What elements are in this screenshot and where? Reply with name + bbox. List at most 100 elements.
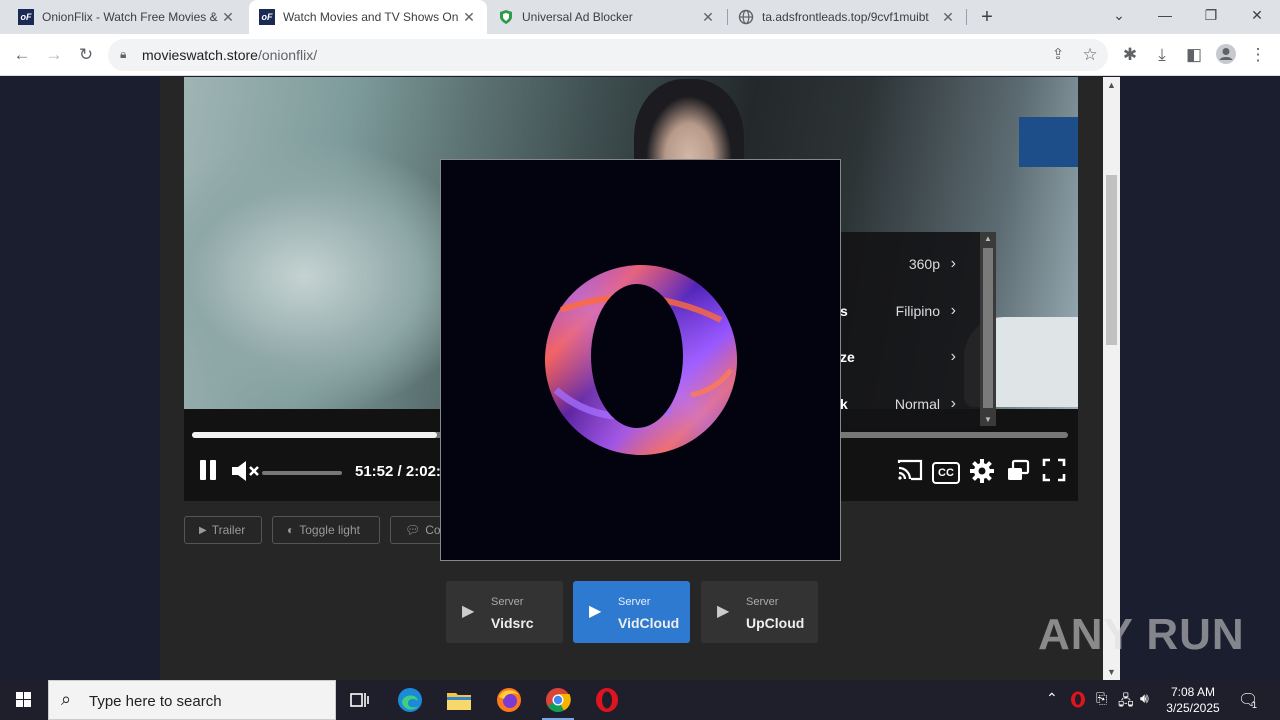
download-icon[interactable]: ⤓ — [1150, 43, 1174, 67]
toggle-light-label: Toggle light — [299, 523, 360, 537]
usb-tray-icon[interactable]: ⎘ — [1096, 690, 1107, 707]
server-caption: Server — [618, 596, 651, 608]
tab-search-chevron-icon[interactable]: ⌄ — [1096, 0, 1142, 30]
scroll-up-arrow-icon[interactable]: ▲ — [1103, 80, 1120, 90]
pause-button[interactable] — [194, 458, 222, 490]
back-arrow-icon[interactable]: ← — [10, 43, 34, 67]
settings-scroll-thumb[interactable] — [983, 248, 993, 408]
edge-icon[interactable] — [390, 684, 430, 716]
scroll-down-arrow-icon[interactable]: ▼ — [980, 415, 996, 424]
scroll-up-arrow-icon[interactable]: ▲ — [980, 234, 996, 243]
server-name: UpCloud — [746, 615, 805, 631]
toggle-light-button[interactable]: ◐ Toggle light — [272, 516, 380, 544]
address-url: movieswatch.store/onionflix/ — [142, 47, 317, 63]
tab-title: ta.adsfrontleads.top/9cvf1muibt — [762, 10, 929, 24]
settings-row-label: ze — [840, 349, 855, 365]
notification-count-badge: 1 — [1252, 700, 1258, 710]
settings-row-quality[interactable]: 360p › — [820, 242, 970, 286]
globe-icon — [738, 9, 754, 25]
network-icon[interactable]: 🖧︎ — [1118, 690, 1134, 714]
tab-title: Universal Ad Blocker — [522, 10, 633, 24]
server-vidcloud-button[interactable]: ▶ Server VidCloud — [573, 581, 690, 643]
fullscreen-icon[interactable] — [1040, 458, 1068, 490]
shield-icon — [500, 10, 512, 24]
opera-popup[interactable] — [440, 159, 841, 561]
tab-ad-blocker[interactable]: Universal Ad Blocker ✕ — [488, 0, 726, 34]
seek-bar-fill — [192, 432, 438, 438]
chevron-right-icon: › — [950, 302, 956, 319]
start-button[interactable] — [0, 680, 48, 720]
chevron-right-icon: › — [950, 395, 956, 412]
desktop-background — [1120, 77, 1280, 680]
bookmark-star-icon[interactable]: ☆ — [1078, 43, 1102, 67]
close-icon[interactable]: ✕ — [220, 9, 236, 26]
volume-slider[interactable] — [262, 471, 342, 475]
window-close-button[interactable]: ✕ — [1234, 0, 1280, 30]
new-tab-button[interactable]: + — [975, 6, 999, 28]
tray-chevron-up-icon[interactable]: ⌃ — [1046, 690, 1058, 707]
mute-button[interactable] — [228, 458, 262, 492]
tab-watch-movies[interactable]: oF Watch Movies and TV Shows On ✕ — [249, 0, 487, 34]
scroll-down-arrow-icon[interactable]: ▼ — [1103, 667, 1120, 677]
tab-title: Watch Movies and TV Shows On — [283, 10, 459, 24]
taskbar-clock[interactable]: 7:08 AM 3/25/2025 — [1160, 684, 1226, 716]
chevron-right-icon: › — [950, 255, 956, 272]
search-placeholder: Type here to search — [89, 693, 222, 710]
server-name: VidCloud — [618, 615, 680, 631]
search-icon: ⌕ — [61, 689, 72, 709]
settings-menu: 360p › s Filipino › ze › k Normal › — [820, 232, 996, 426]
onionflix-favicon-icon: oF — [18, 9, 34, 25]
tab-title: OnionFlix - Watch Free Movies & — [42, 10, 218, 24]
settings-row-playback-speed[interactable]: k Normal › — [820, 382, 970, 426]
close-icon[interactable]: ✕ — [461, 9, 477, 26]
page-scroll-thumb[interactable] — [1106, 175, 1117, 345]
tab-ads[interactable]: ta.adsfrontleads.top/9cvf1muibt ✕ — [728, 0, 966, 34]
clock-time: 7:08 AM — [1170, 685, 1216, 699]
captions-button[interactable]: CC — [932, 462, 960, 484]
settings-row-value: Filipino — [895, 303, 940, 319]
video-scene-car — [184, 137, 484, 417]
settings-gear-icon[interactable] — [968, 458, 996, 492]
settings-scrollbar[interactable]: ▲ ▼ — [980, 232, 996, 426]
settings-row-font-size[interactable]: ze › — [820, 335, 970, 379]
menu-kebab-icon[interactable]: ⋮ — [1246, 43, 1270, 67]
clock-date: 3/25/2025 — [1166, 701, 1220, 715]
firefox-icon[interactable] — [489, 684, 529, 716]
volume-icon[interactable]: 🔊︎ — [1140, 690, 1149, 707]
server-vidsrc-button[interactable]: ▶ Server Vidsrc — [446, 581, 563, 643]
play-icon: ▶ — [589, 603, 602, 620]
comment-icon: 💬︎ — [405, 523, 421, 537]
share-icon[interactable]: ⇪ — [1046, 43, 1070, 67]
file-explorer-icon[interactable] — [439, 684, 479, 716]
lock-icon[interactable]: 🔒︎ — [120, 47, 126, 62]
restore-button[interactable]: ❐ — [1188, 0, 1234, 30]
extensions-puzzle-icon[interactable]: ✱ — [1118, 43, 1142, 67]
video-scene-sign — [1019, 117, 1078, 167]
settings-row-value: Normal — [894, 396, 940, 412]
cast-icon[interactable] — [896, 459, 924, 489]
chrome-icon[interactable] — [538, 684, 578, 720]
trailer-button[interactable]: ▶ Trailer — [184, 516, 262, 544]
url-host: movieswatch.store — [142, 47, 258, 63]
pip-icon[interactable] — [1004, 458, 1032, 492]
task-view-icon[interactable] — [340, 684, 380, 716]
opera-icon[interactable] — [587, 684, 627, 716]
opera-tray-icon[interactable] — [1070, 691, 1086, 711]
taskbar-search-box[interactable]: ⌕ Type here to search — [48, 680, 336, 720]
anyrun-watermark: ANY RUN — [1038, 610, 1245, 659]
profile-avatar-icon[interactable] — [1214, 43, 1238, 67]
address-bar[interactable]: 🔒︎ movieswatch.store/onionflix/ — [108, 39, 1108, 71]
close-icon[interactable]: ✕ — [940, 9, 956, 26]
reload-icon[interactable]: ↻ — [74, 43, 98, 67]
time-current: 51:52 — [355, 463, 394, 480]
tab-onionflix[interactable]: oF OnionFlix - Watch Free Movies & ✕ — [8, 0, 246, 34]
forward-arrow-icon[interactable]: → — [42, 43, 66, 67]
close-icon[interactable]: ✕ — [700, 9, 716, 26]
minimize-button[interactable]: — — [1142, 0, 1188, 30]
settings-row-subtitles[interactable]: s Filipino › — [820, 289, 970, 333]
server-upcloud-button[interactable]: ▶ Server UpCloud — [701, 581, 818, 643]
side-panel-icon[interactable]: ◧ — [1182, 43, 1206, 67]
time-total: 2:02: — [405, 463, 441, 480]
page-scrollbar[interactable]: ▲ ▼ — [1103, 77, 1120, 680]
play-icon: ▶ — [717, 603, 730, 620]
